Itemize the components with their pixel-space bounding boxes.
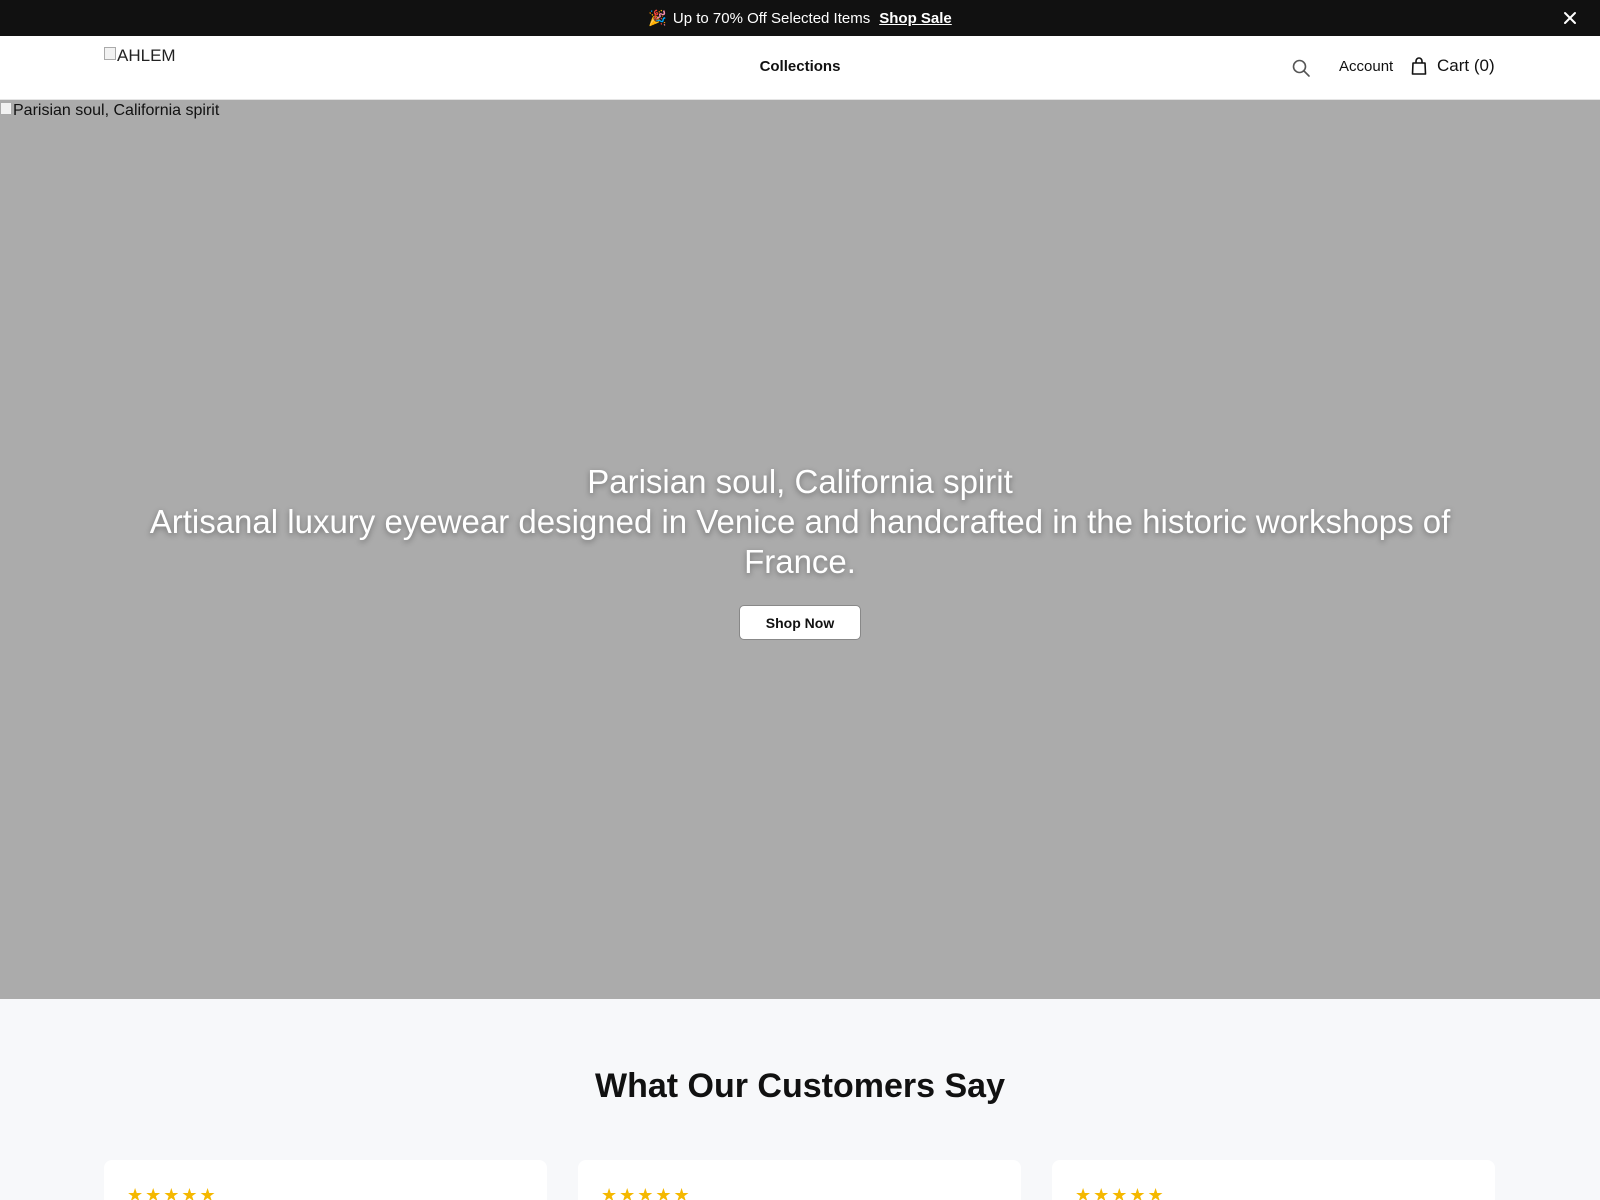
hero-title: Parisian soul, California spirit bbox=[587, 463, 1013, 500]
testimonial-card: ★★★★★ bbox=[1052, 1160, 1495, 1200]
announcement-bar: 🎉 Up to 70% Off Selected Items Shop Sale bbox=[0, 0, 1600, 36]
star-rating: ★★★★★ bbox=[127, 1185, 218, 1200]
party-icon: 🎉 bbox=[648, 10, 667, 27]
hero-image-alt-text: Parisian soul, California spirit bbox=[13, 102, 220, 119]
cart-label: Cart (0) bbox=[1437, 56, 1495, 75]
testimonials-section: What Our Customers Say ★★★★★ ★★★★★ ★★★★★ bbox=[0, 999, 1600, 1200]
star-rating: ★★★★★ bbox=[601, 1185, 692, 1200]
hero-subtitle: Artisanal luxury eyewear designed in Ven… bbox=[149, 503, 1451, 580]
hero-image: Parisian soul, California spirit bbox=[0, 101, 220, 120]
broken-image-icon bbox=[0, 101, 12, 115]
shop-now-button[interactable]: Shop Now bbox=[739, 605, 861, 640]
broken-image-icon bbox=[104, 46, 116, 60]
close-icon[interactable] bbox=[1560, 8, 1580, 28]
logo[interactable]: AHLEM bbox=[104, 46, 176, 66]
shop-sale-link[interactable]: Shop Sale bbox=[879, 10, 952, 27]
bag-icon bbox=[1411, 57, 1427, 75]
hero-banner: Parisian soul, California spirit Parisia… bbox=[0, 100, 1600, 999]
testimonial-card: ★★★★★ bbox=[578, 1160, 1021, 1200]
announcement-text: Up to 70% Off Selected Items bbox=[672, 9, 871, 27]
testimonial-card: ★★★★★ bbox=[104, 1160, 547, 1200]
search-icon[interactable] bbox=[1291, 58, 1311, 78]
logo-alt-text: AHLEM bbox=[117, 46, 176, 65]
cart-link[interactable]: Cart (0) bbox=[1411, 56, 1495, 76]
nav-item-collections[interactable]: Collections bbox=[760, 58, 841, 75]
hero-text: Parisian soul, California spirit Artisan… bbox=[0, 462, 1600, 582]
testimonials-heading: What Our Customers Say bbox=[595, 1067, 1005, 1105]
star-rating: ★★★★★ bbox=[1075, 1185, 1166, 1200]
site-header: AHLEM Collections Account Cart (0) bbox=[0, 36, 1600, 100]
account-link[interactable]: Account bbox=[1339, 58, 1393, 75]
